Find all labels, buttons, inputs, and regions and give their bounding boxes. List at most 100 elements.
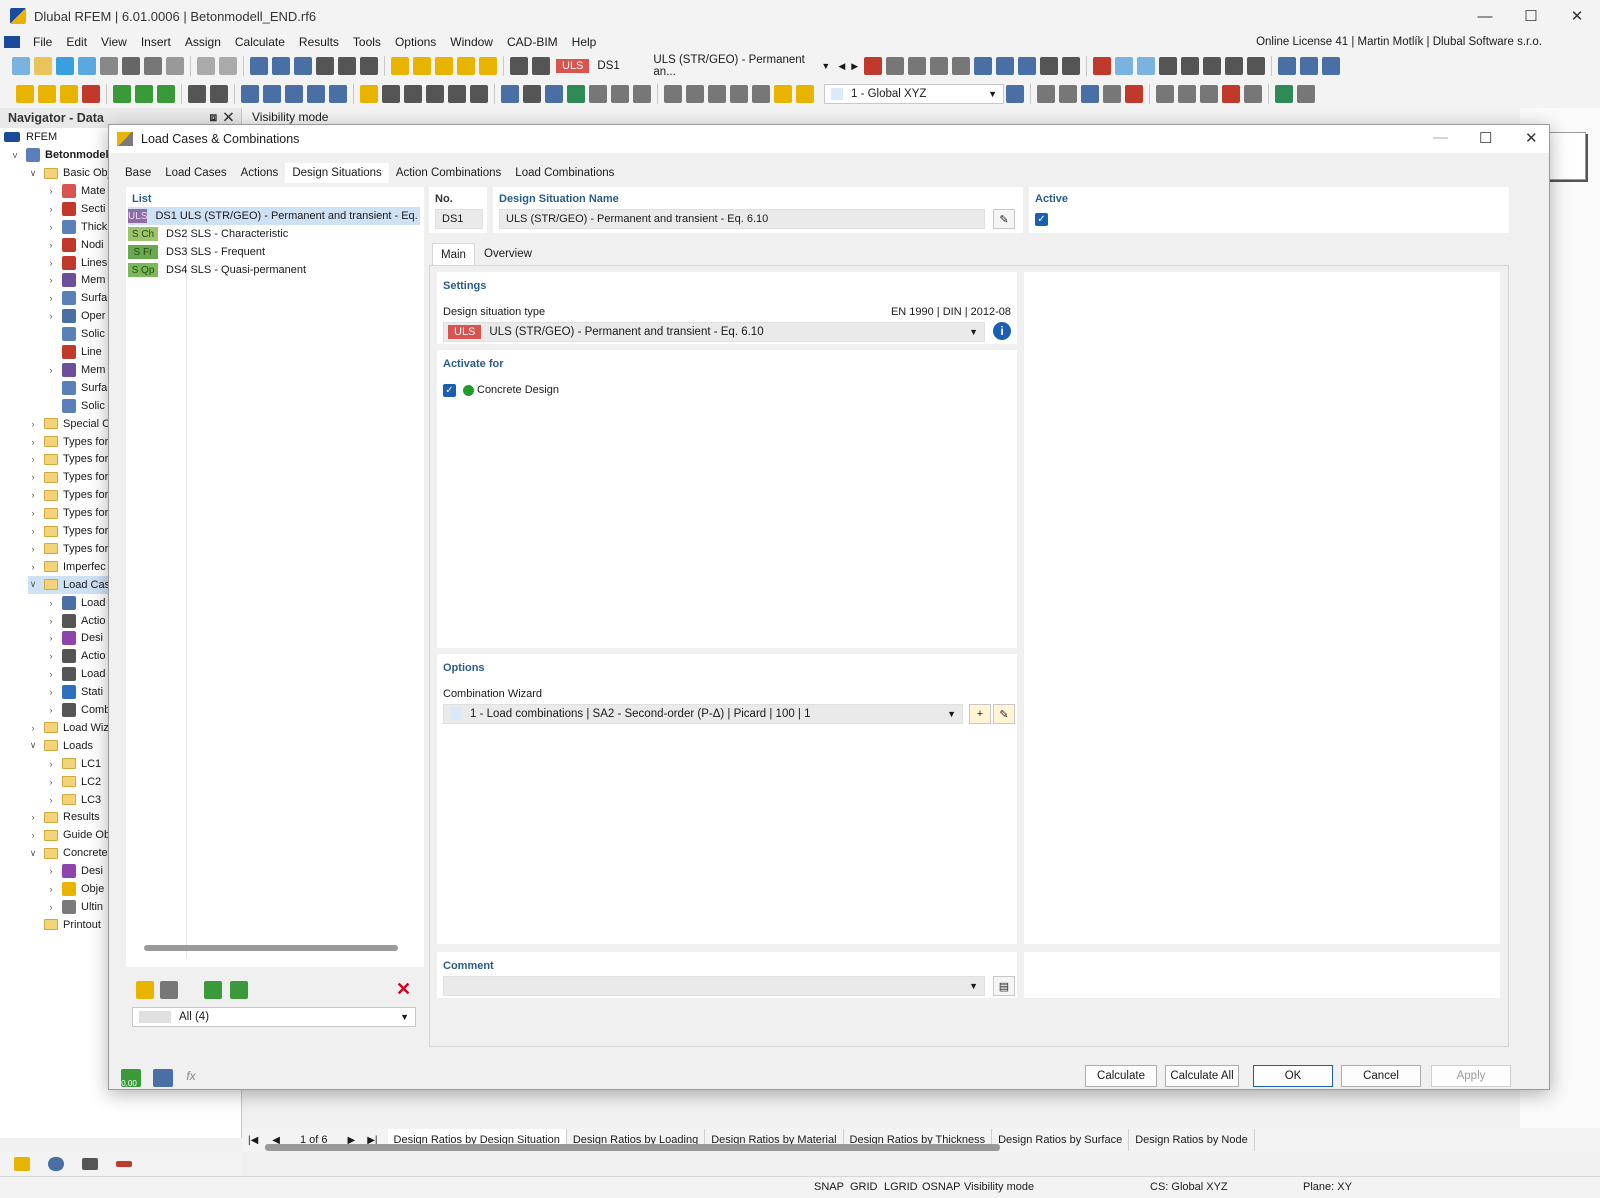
measure-icon[interactable] <box>1297 85 1315 103</box>
nav-item[interactable]: › Load Wiz <box>28 719 109 737</box>
layers-icon[interactable] <box>329 85 347 103</box>
menu-file[interactable]: File <box>26 35 59 49</box>
camera-icon[interactable] <box>82 1158 98 1170</box>
new-model-icon[interactable] <box>12 57 30 75</box>
nav-item[interactable]: › Types for <box>28 468 109 486</box>
filter-icon[interactable] <box>864 57 883 75</box>
expand-icon[interactable]: › <box>46 275 56 285</box>
app-menu-icon[interactable] <box>4 36 20 48</box>
expand-icon[interactable]: › <box>46 365 56 375</box>
delete-icon[interactable] <box>1222 85 1240 103</box>
console-icon[interactable] <box>316 57 334 75</box>
chevron-down-icon[interactable]: ▼ <box>821 61 830 71</box>
move-icon[interactable] <box>1040 57 1059 75</box>
nav-item[interactable]: Line <box>46 343 102 361</box>
expand-icon[interactable]: › <box>28 830 38 840</box>
deform-icon[interactable] <box>545 85 563 103</box>
name-field[interactable]: ULS (STR/GEO) - Permanent and transient … <box>499 209 985 229</box>
expand-icon[interactable]: › <box>46 258 56 268</box>
collapse-icon[interactable]: ∨ <box>28 848 38 859</box>
magnet-icon[interactable] <box>523 85 541 103</box>
new-item-icon[interactable] <box>136 981 154 999</box>
expand-icon[interactable]: › <box>46 240 56 250</box>
tab-load-combinations[interactable]: Load Combinations <box>508 163 621 183</box>
node-load-icon[interactable] <box>113 85 131 103</box>
axis-z-icon[interactable] <box>1203 57 1222 75</box>
ruler-icon[interactable] <box>1062 57 1081 75</box>
expand-icon[interactable]: › <box>28 419 38 429</box>
nav-item[interactable]: › LC3 <box>46 791 102 809</box>
surface-load-icon[interactable] <box>157 85 175 103</box>
collapse-icon[interactable]: ∨ <box>28 579 38 590</box>
dialog-close-button[interactable]: ✕ <box>1525 129 1538 147</box>
nav-item[interactable]: › Types for <box>28 433 109 451</box>
expand-icon[interactable]: › <box>28 562 38 572</box>
tab-base[interactable]: Base <box>118 163 158 183</box>
nav-item[interactable]: ∨ Concrete <box>28 844 108 862</box>
comment-library-icon[interactable]: ▤ <box>993 976 1015 996</box>
status-visibility[interactable]: Visibility mode <box>964 1181 1034 1193</box>
prev-icon[interactable]: ◀ <box>838 61 845 72</box>
script-icon[interactable] <box>338 57 356 75</box>
nav-item[interactable]: › Actio <box>46 647 105 665</box>
minimize-button[interactable]: — <box>1462 0 1508 32</box>
lightning-icon[interactable] <box>774 85 792 103</box>
nav-item[interactable]: › Types for <box>28 540 109 558</box>
nav-item[interactable]: ∨ Loads <box>28 737 93 755</box>
edit-wizard-icon[interactable]: ✎ <box>993 704 1015 724</box>
view-mode-icon[interactable] <box>996 57 1015 75</box>
funnel-icon[interactable] <box>501 85 519 103</box>
section-b-icon[interactable] <box>686 85 704 103</box>
solid-icon[interactable] <box>589 85 607 103</box>
expand-icon[interactable]: › <box>28 723 38 733</box>
labels-icon[interactable] <box>153 1069 173 1087</box>
table-icon[interactable] <box>250 57 268 75</box>
expand-icon[interactable]: › <box>46 651 56 661</box>
box-select-icon[interactable] <box>285 85 303 103</box>
cloud-icon[interactable] <box>78 57 96 75</box>
axis-view-icon[interactable] <box>1247 57 1266 75</box>
menu-window[interactable]: Window <box>443 35 500 49</box>
nav-item[interactable]: › Types for <box>28 504 109 522</box>
horizontal-scrollbar[interactable] <box>265 1144 1000 1151</box>
device-icon[interactable] <box>360 57 378 75</box>
design-situation-row[interactable]: S Fr DS3 SLS - Frequent <box>128 243 420 261</box>
nav-item[interactable]: Surfa <box>46 379 107 397</box>
load-down-icon[interactable] <box>532 57 550 75</box>
coord-system-select[interactable]: 1 - Global XYZ ▼ <box>824 84 1004 104</box>
view-cube-icon[interactable] <box>1548 132 1586 180</box>
search-model-icon[interactable] <box>413 57 431 75</box>
member-load-icon[interactable] <box>135 85 153 103</box>
print-icon[interactable] <box>100 57 118 75</box>
expand-icon[interactable]: › <box>46 687 56 697</box>
grid-view-icon[interactable] <box>272 57 290 75</box>
expand-icon[interactable]: › <box>46 633 56 643</box>
group-icon[interactable] <box>307 85 325 103</box>
axis-y-icon[interactable] <box>1181 57 1200 75</box>
expand-icon[interactable]: › <box>46 705 56 715</box>
cancel-button[interactable]: Cancel <box>1341 1065 1421 1087</box>
nav-item[interactable]: › Mate <box>46 182 105 200</box>
nav-item[interactable]: › Nodi <box>46 236 104 254</box>
load-arrow-icon[interactable] <box>510 57 528 75</box>
expand-icon[interactable]: › <box>28 508 38 518</box>
coord-pick-icon[interactable] <box>1006 85 1024 103</box>
expand-icon[interactable]: › <box>28 526 38 536</box>
menu-cad-bim[interactable]: CAD-BIM <box>500 35 565 49</box>
tab-design-ratios-surface[interactable]: Design Ratios by Surface <box>992 1129 1130 1151</box>
cancel-selection-icon[interactable] <box>1093 57 1112 75</box>
selection-icon[interactable] <box>241 85 259 103</box>
status-lgrid[interactable]: LGRID <box>884 1181 918 1193</box>
xxx-icon[interactable] <box>908 57 927 75</box>
concrete-design-checkbox[interactable]: ✓ <box>443 384 456 397</box>
expand-icon[interactable]: › <box>46 598 56 608</box>
expand-icon[interactable]: › <box>46 222 56 232</box>
iso-view-icon[interactable] <box>1115 57 1134 75</box>
calc-icon[interactable] <box>1244 85 1262 103</box>
active-checkbox[interactable]: ✓ <box>1035 213 1048 226</box>
design-situation-row[interactable]: S Ch DS2 SLS - Characteristic <box>128 225 420 243</box>
axis-neg-x-icon[interactable] <box>1225 57 1244 75</box>
expand-icon[interactable]: › <box>46 293 56 303</box>
nav-item[interactable]: › Imperfec <box>28 558 106 576</box>
collapse-icon[interactable]: ∨ <box>28 740 38 751</box>
